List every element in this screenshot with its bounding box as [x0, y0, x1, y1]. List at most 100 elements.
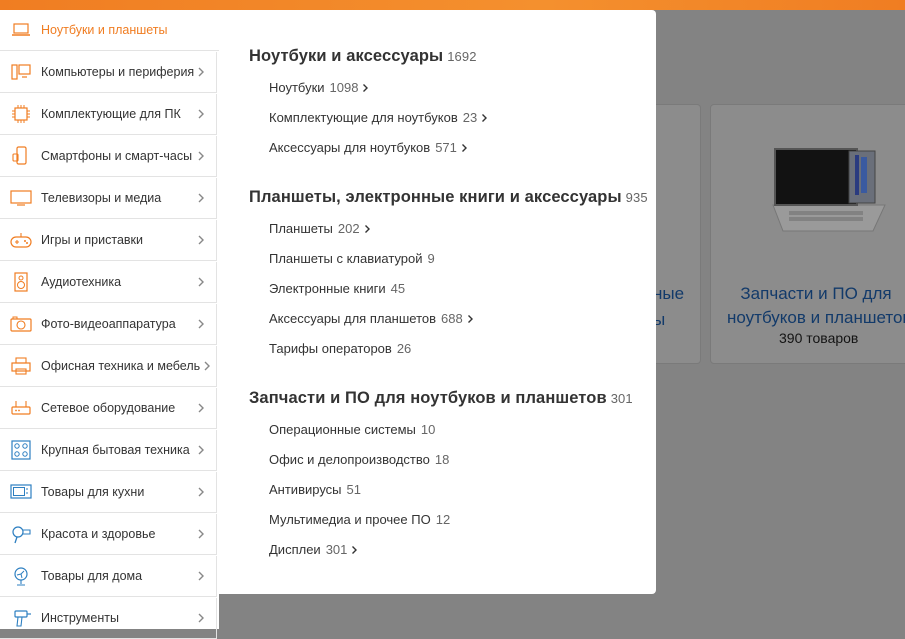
chevron-right-icon [198, 319, 204, 329]
link-count: 18 [434, 452, 450, 467]
fan-icon [10, 565, 32, 587]
group-title: Ноутбуки и аксессуары [249, 47, 444, 65]
sidebar-item-label: Товары для кухни [41, 485, 145, 499]
card-title-line: ноутбуков и планшетов [727, 308, 905, 327]
category-card-partial[interactable]: ные ы [653, 104, 701, 364]
sidebar-item-label: Комплектующие для ПК [41, 107, 181, 121]
subcategory-link[interactable]: Аксессуары для планшетов 688 [269, 311, 474, 326]
laptop-icon [10, 19, 32, 41]
sidebar-item-label: Крупная бытовая техника [41, 443, 190, 457]
link-count: 23 [462, 110, 478, 125]
sidebar-item-computers[interactable]: Компьютеры и периферия [0, 52, 217, 93]
link-count: 1098 [329, 80, 359, 95]
link-count: 51 [346, 482, 361, 497]
subcategory-group-heading[interactable]: Планшеты, электронные книги и аксессуары… [249, 188, 648, 207]
sidebar-item-tools[interactable]: Инструменты [0, 598, 217, 639]
gamepad-icon [10, 229, 32, 251]
sidebar-item-label: Фото-видеоаппаратура [41, 317, 176, 331]
chevron-right-icon [198, 571, 204, 581]
subcategory-link[interactable]: Офис и делопроизводство 18 [269, 452, 449, 467]
tv-icon [10, 187, 32, 209]
sidebar-item-photo-video[interactable]: Фото-видеоаппаратура [0, 304, 217, 345]
sidebar-item-kitchen[interactable]: Товары для кухни [0, 472, 217, 513]
link-label: Комплектующие для ноутбуков [269, 110, 458, 125]
chevron-right-icon [198, 67, 205, 77]
chevron-right-icon [352, 545, 358, 554]
subcategory-group-heading[interactable]: Запчасти и ПО для ноутбуков и планшетов 3… [249, 389, 633, 408]
sidebar-item-network[interactable]: Сетевое оборудование [0, 388, 217, 429]
group-title: Планшеты, электронные книги и аксессуары [249, 188, 622, 206]
group-count: 301 [610, 391, 633, 406]
sidebar-item-label: Офисная техника и мебель [41, 359, 201, 373]
link-label: Офис и делопроизводство [269, 452, 430, 467]
chevron-right-icon [482, 113, 488, 122]
chevron-right-icon [198, 235, 204, 245]
speaker-icon [10, 271, 32, 293]
sidebar-item-label: Аудиотехника [41, 275, 122, 289]
link-label: Мультимедиа и прочее ПО [269, 512, 431, 527]
subcategory-link[interactable]: Антивирусы 51 [269, 482, 361, 497]
sidebar-item-label: Компьютеры и периферия [41, 65, 195, 79]
subcategory-link[interactable]: Аксессуары для ноутбуков 571 [269, 140, 468, 155]
subcategory-link[interactable]: Планшеты с клавиатурой 9 [269, 251, 435, 266]
sidebar-item-audio[interactable]: Аудиотехника [0, 262, 217, 303]
link-label: Электронные книги [269, 281, 386, 296]
link-label: Планшеты [269, 221, 333, 236]
header-bar [0, 0, 905, 10]
sidebar-item-label: Красота и здоровье [41, 527, 156, 541]
camera-icon [10, 313, 32, 335]
subcategory-link[interactable]: Мультимедиа и прочее ПО 12 [269, 512, 450, 527]
link-label: Аксессуары для планшетов [269, 311, 437, 326]
subcategory-link[interactable]: Операционные системы 10 [269, 422, 435, 437]
chevron-right-icon [198, 109, 204, 119]
sidebar-item-label: Сетевое оборудование [41, 401, 176, 415]
group-count: 1692 [447, 49, 477, 64]
link-label: Тарифы операторов [269, 341, 392, 356]
sidebar-item-label: Ноутбуки и планшеты [41, 23, 168, 37]
subcategory-link[interactable]: Тарифы операторов 26 [269, 341, 411, 356]
link-label: Аксессуары для ноутбуков [269, 140, 431, 155]
chevron-right-icon [204, 361, 211, 371]
category-sidebar: Ноутбуки и планшеты Компьютеры и перифер… [0, 10, 219, 639]
sidebar-item-smartphones[interactable]: Смартфоны и смарт-часы [0, 136, 217, 177]
link-count: 10 [420, 422, 436, 437]
link-count: 9 [427, 251, 435, 266]
link-count: 45 [390, 281, 406, 296]
link-label: Операционные системы [269, 422, 416, 437]
sidebar-item-games[interactable]: Игры и приставки [0, 220, 217, 261]
link-label: Дисплеи [269, 542, 321, 557]
link-label: Ноутбуки [269, 80, 325, 95]
sidebar-item-pc-components[interactable]: Комплектующие для ПК [0, 94, 217, 135]
chevron-right-icon [198, 403, 204, 413]
subcategory-link[interactable]: Электронные книги 45 [269, 281, 405, 296]
link-count: 202 [337, 221, 360, 236]
chevron-right-icon [198, 151, 204, 161]
link-label: Планшеты с клавиатурой [269, 251, 423, 266]
sidebar-item-office[interactable]: Офисная техника и мебель [0, 346, 217, 387]
link-count: 12 [435, 512, 451, 527]
sidebar-item-beauty[interactable]: Красота и здоровье [0, 514, 217, 555]
chevron-right-icon [467, 314, 473, 323]
hairdryer-icon [10, 523, 32, 545]
stove-icon [10, 439, 32, 461]
sidebar-item-label: Товары для дома [41, 569, 143, 583]
sidebar-item-label: Игры и приставки [41, 233, 143, 247]
subcategory-link[interactable]: Комплектующие для ноутбуков 23 [269, 110, 488, 125]
subcategory-link[interactable]: Дисплеи 301 [269, 542, 358, 557]
sidebar-item-appliances[interactable]: Крупная бытовая техника [0, 430, 217, 471]
subcategory-link[interactable]: Ноутбуки 1098 [269, 80, 369, 95]
group-count: 935 [625, 190, 648, 205]
printer-icon [10, 355, 32, 377]
category-card[interactable]: Запчасти и ПО для ноутбуков и планшетов … [710, 104, 905, 364]
category-dropdown-panel: Ноутбуки и аксессуары 1692 Ноутбуки 1098 К… [219, 10, 656, 594]
chevron-right-icon [198, 277, 204, 287]
subcategory-group-heading[interactable]: Ноутбуки и аксессуары 1692 [249, 47, 477, 66]
subcategory-link[interactable]: Планшеты 202 [269, 221, 371, 236]
sidebar-item-laptops-tablets[interactable]: Ноутбуки и планшеты [0, 10, 219, 51]
sidebar-item-tv-media[interactable]: Телевизоры и медиа [0, 178, 217, 219]
chevron-right-icon [198, 613, 204, 623]
chevron-right-icon [198, 529, 204, 539]
cpu-chip-icon [10, 103, 32, 125]
sidebar-item-home[interactable]: Товары для дома [0, 556, 217, 597]
link-label: Антивирусы [269, 482, 342, 497]
